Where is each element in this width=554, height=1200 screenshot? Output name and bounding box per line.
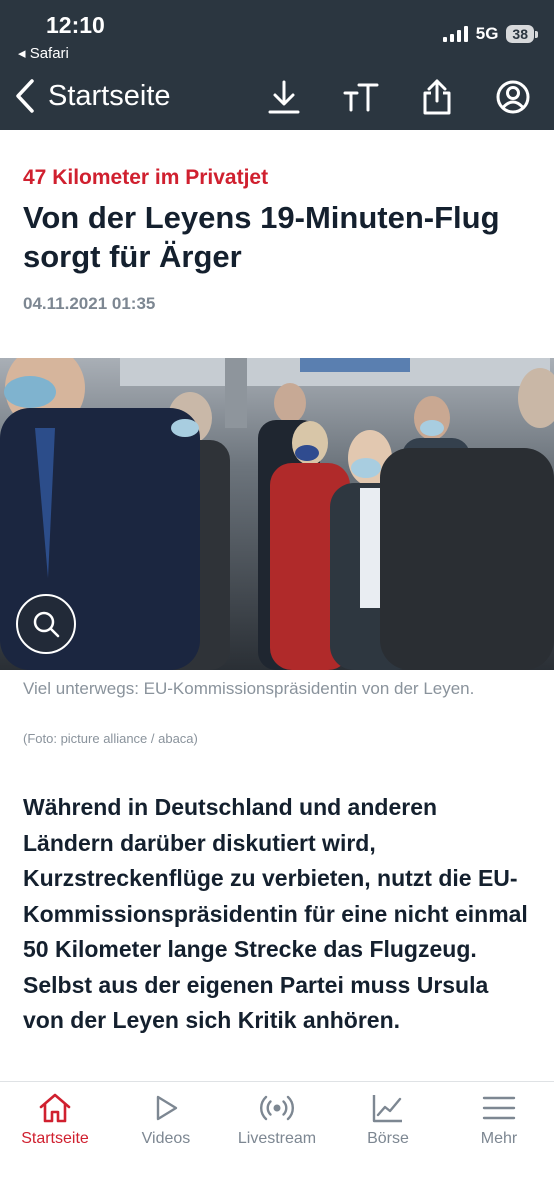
tab-videos[interactable]: Videos [111,1082,221,1162]
zoom-button[interactable] [16,594,76,654]
article-kicker: 47 Kilometer im Privatjet [23,166,269,189]
photo-credit: (Foto: picture alliance / abaca) [23,731,198,746]
status-indicators: 5G 38 [442,24,538,44]
tab-boerse[interactable]: Börse [333,1082,443,1162]
tab-mehr[interactable]: Mehr [444,1082,554,1162]
menu-icon [482,1096,516,1120]
article-headline: Von der Leyens 19-Minuten-Flug sorgt für… [23,200,500,274]
tab-startseite[interactable]: Startseite [0,1082,110,1162]
share-icon[interactable] [418,78,456,116]
tab-label: Videos [141,1130,191,1147]
text-size-icon[interactable] [342,78,380,116]
tab-label: Startseite [21,1130,89,1147]
tab-bar: Startseite Videos Livestream Börse Mehr [0,1081,554,1200]
back-label: Startseite [48,79,171,112]
back-to-safari-link[interactable]: ◂ Safari [18,44,69,62]
chevron-left-icon [16,79,34,113]
article-date: 04.11.2021 01:35 [23,294,156,313]
play-icon [156,1095,178,1121]
network-label: 5G [475,24,499,43]
magnifier-icon [33,611,60,638]
download-icon[interactable] [265,78,303,116]
chart-icon [372,1095,402,1123]
signal-icon [442,26,468,42]
top-bar: 12:10 ◂ Safari 5G 38 Startseite [0,0,554,130]
account-icon[interactable] [494,78,532,116]
photo-caption: Viel unterwegs: EU-Kommissionspräsidenti… [23,679,475,698]
tab-livestream[interactable]: Livestream [222,1082,332,1162]
article-photo[interactable] [0,358,554,670]
status-time: 12:10 [46,12,105,38]
tab-label: Livestream [237,1130,317,1147]
tab-label: Börse [367,1130,409,1147]
back-button[interactable]: Startseite [12,78,171,114]
battery-icon: 38 [506,25,538,43]
home-icon [39,1093,71,1123]
article-lead: Während in Deutschland und anderen Lände… [23,794,528,1033]
tab-label: Mehr [480,1130,518,1147]
photo-illustration [0,358,554,670]
broadcast-icon [260,1095,294,1121]
